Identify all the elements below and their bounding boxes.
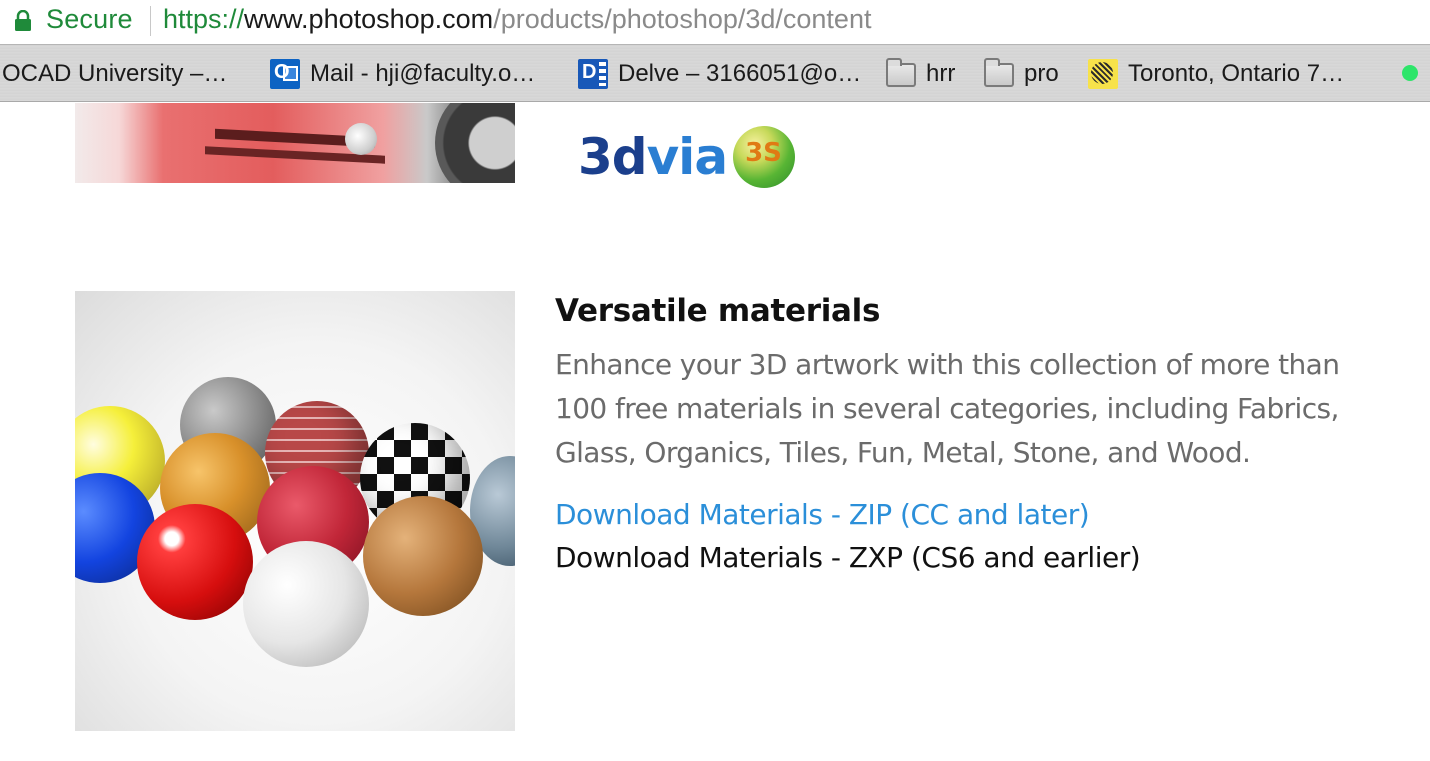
logo-text-part2: via xyxy=(646,128,728,186)
folder-icon xyxy=(984,58,1014,87)
bookmark-label: Mail - hji@faculty.o… xyxy=(310,60,536,87)
bookmark-folder-pro[interactable]: pro xyxy=(984,58,1059,89)
status-dot-icon xyxy=(1402,65,1418,81)
3dvia-logo[interactable]: 3dvia xyxy=(578,125,796,189)
section-title: Versatile materials xyxy=(555,293,881,329)
bookmark-label: Delve – 3166051@o… xyxy=(618,60,862,87)
bookmark-delve[interactable]: Delve – 3166051@o… xyxy=(578,59,861,89)
secure-label[interactable]: Secure xyxy=(46,4,133,35)
weather-icon xyxy=(1088,59,1118,89)
globe-icon xyxy=(733,126,796,188)
car-render-image xyxy=(75,103,515,183)
folder-icon xyxy=(886,58,916,87)
lock-icon xyxy=(15,10,31,31)
url-scheme: https:// xyxy=(163,4,245,34)
bookmark-mail[interactable]: Mail - hji@faculty.o… xyxy=(270,59,535,89)
download-zip-link[interactable]: Download Materials - ZIP (CC and later) xyxy=(555,498,1090,531)
bookmark-label: OCAD University –… xyxy=(2,60,228,87)
bookmark-ocad[interactable]: OCAD University –… xyxy=(2,59,227,89)
outlook-icon xyxy=(270,59,300,89)
section-description: Enhance your 3D artwork with this collec… xyxy=(555,348,1340,469)
url-field[interactable]: https://www.photoshop.com/products/photo… xyxy=(163,4,871,35)
download-zxp-link[interactable]: Download Materials - ZXP (CS6 and earlie… xyxy=(555,541,1141,574)
bookmark-weather[interactable]: Toronto, Ontario 7… xyxy=(1088,59,1344,89)
bookmark-label: Toronto, Ontario 7… xyxy=(1128,60,1345,87)
logo-text: 3dvia xyxy=(578,128,728,186)
bookmark-folder-hrr[interactable]: hrr xyxy=(886,58,956,89)
logo-text-part1: 3d xyxy=(578,128,648,186)
bookmark-label: pro xyxy=(1024,60,1059,87)
url-path: /products/photoshop/3d/content xyxy=(493,4,872,34)
bookmarks-bar: OCAD University –… Mail - hji@faculty.o…… xyxy=(0,44,1430,102)
materials-spheres-image xyxy=(75,291,515,731)
bookmark-label: hrr xyxy=(926,60,956,87)
delve-icon xyxy=(578,59,608,89)
url-host: www.photoshop.com xyxy=(244,4,494,34)
address-bar[interactable]: Secure https://www.photoshop.com/product… xyxy=(0,0,1430,44)
address-divider xyxy=(150,6,151,36)
